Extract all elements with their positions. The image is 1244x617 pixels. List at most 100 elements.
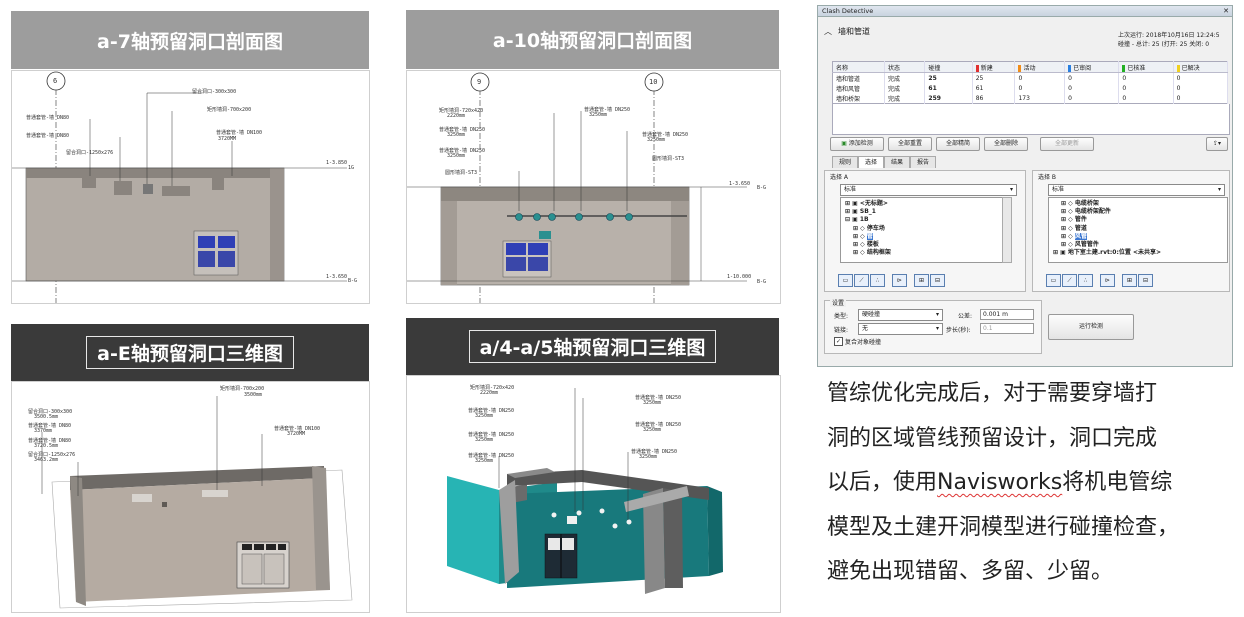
tree-item[interactable]: ⊞ ◇ 结构框架 [845, 249, 1005, 257]
selection-b-tree[interactable]: ⊞ ◇ 电缆桥架 ⊞ ◇ 电缆桥架配件 ⊞ ◇ 管件 ⊞ ◇ 管道 ⊞ ◇ 风管… [1048, 197, 1228, 263]
tab-rules[interactable]: 规则 [832, 156, 858, 168]
annotation: 矩形墙洞-700x200 [207, 107, 252, 113]
tree-item[interactable]: ⊞ ◇ 管件 [1053, 216, 1223, 224]
annotation: 3500mm [244, 392, 263, 398]
tree-item[interactable]: ⊞ ▣ 地下室土建.rvt:0:位置 <未共享> [1053, 249, 1223, 257]
select-in-scene-icon[interactable]: ⊟ [930, 274, 945, 287]
section-title: 墙和管道 [838, 27, 870, 36]
level-label: B-G [757, 185, 767, 191]
tab-report[interactable]: 报告 [910, 156, 936, 168]
tree-item[interactable]: ⊞ ◇ 风管管件 [1053, 241, 1223, 249]
column-header: 已审阅 [1073, 64, 1092, 72]
point-mode-icon[interactable]: ∴ [870, 274, 885, 287]
type-dropdown[interactable]: 硬碰撞 ▾ [858, 309, 943, 321]
level-label: B-G [757, 279, 767, 285]
tree-item-label: 电缆桥架 [1074, 200, 1099, 207]
collapse-icon[interactable]: ︿ [824, 26, 832, 37]
annotation: 3500.5mm [34, 414, 59, 420]
annotation: 2220mm [480, 390, 499, 396]
status-swatch-yellow [1176, 64, 1180, 72]
cell-clashes: 259 [924, 93, 973, 104]
select-in-scene-icon[interactable]: ⊟ [1138, 274, 1153, 287]
cell-name: 墙和风管 [832, 83, 885, 93]
table-row[interactable]: 墙和风管 完成 61 61 0 0 0 0 [832, 83, 1229, 93]
annotation: 3250mm [643, 400, 662, 406]
selection-a-dropdown[interactable]: 标准 ▾ [840, 184, 1017, 196]
tab-results[interactable]: 结果 [884, 156, 910, 168]
table-row[interactable]: 墙和管道 完成 25 25 0 0 0 0 [832, 72, 1229, 83]
description-line: 模型及土建开洞模型进行碰撞检查， [827, 514, 1180, 540]
reset-all-button[interactable]: 全部重置 [888, 137, 932, 151]
line-mode-icon[interactable]: ⟋ [1062, 274, 1077, 287]
cell-resolved: 0 [1173, 93, 1229, 104]
clash-summary: 碰撞 - 总计: 25 (打开: 25 关闭: 0 [1118, 41, 1210, 48]
panel-aE-header: a-E轴预留洞口三维图 [11, 324, 369, 381]
select-mode-icon[interactable]: ▭ [838, 274, 853, 287]
line-mode-icon[interactable]: ⟋ [854, 274, 869, 287]
status-swatch-red [975, 64, 979, 72]
annotation: 3250mm [475, 413, 494, 419]
selection-a-label: 选择 A [830, 174, 849, 181]
cell-active: 0 [1014, 83, 1066, 93]
chevron-down-icon: ▾ [1217, 186, 1221, 193]
delete-all-label: 全部删除 [993, 140, 1018, 147]
compact-all-button[interactable]: 全部精简 [936, 137, 980, 151]
cell-name: 墙和桥架 [832, 93, 885, 104]
cell-clashes: 25 [924, 72, 973, 83]
panel-a4a5-header: a/4-a/5轴预留洞口三维图 [406, 318, 779, 375]
cell-status: 完成 [884, 83, 926, 93]
annotation: 普通套管-墙 DN80 [26, 133, 70, 139]
annotation: 3250mm [589, 112, 608, 118]
table-row[interactable]: 墙和桥架 完成 259 86 173 0 0 0 [832, 93, 1229, 104]
annotation: 圆形墙洞-ST3 [652, 156, 685, 162]
tab-label: 结果 [890, 159, 903, 166]
composite-checkbox[interactable]: ✓ [834, 337, 843, 346]
cell-name: 墙和管道 [832, 72, 885, 83]
tolerance-label: 公差: [958, 313, 973, 320]
settings-label: 设置 [830, 298, 847, 307]
annotation: 3250mm [647, 137, 666, 143]
annotation: 3250mm [475, 458, 494, 464]
tree-item[interactable]: ⊞ ◇ 停车场 [845, 225, 1005, 233]
selection-b-dropdown[interactable]: 标准 ▾ [1048, 184, 1225, 196]
status-swatch-orange [1018, 64, 1022, 72]
selection-a-tree[interactable]: ⊞ ▣ <无标题> ⊞ ▣ SB_1 ⊟ ▣ 1B ⊞ ◇ 停车场 ⊞ ◇ 管 … [840, 197, 1010, 263]
tree-item[interactable]: ⊞ ▣ <无标题> [845, 200, 1005, 208]
panel-aE-title: a-E轴预留洞口三维图 [86, 336, 294, 369]
link-dropdown[interactable]: 无 ▾ [858, 323, 943, 335]
close-icon[interactable]: ✕ [1223, 6, 1229, 16]
tree-item-label: 管道 [1074, 224, 1087, 232]
delete-all-button[interactable]: 全部删除 [984, 137, 1028, 151]
tab-select[interactable]: 选择 [858, 156, 884, 168]
description-line: 以后，使用Navisworks将机电管综 [827, 461, 1232, 506]
step-input[interactable]: 0.1 [980, 323, 1034, 334]
grid-bubble-label: 10 [649, 78, 658, 86]
run-test-button[interactable]: 运行检测 [1048, 314, 1134, 340]
add-test-button[interactable]: ▣ 添加检测 [830, 137, 884, 151]
use-selection-icon[interactable]: ⊞ [1122, 274, 1137, 287]
type-label: 类型: [834, 313, 849, 320]
tree-item[interactable]: ⊞ ◇ 管道 [1053, 225, 1223, 233]
cell-clashes: 61 [924, 83, 973, 93]
annotation: 矩形墙洞-700x200 [220, 386, 265, 392]
description-line: 洞的区域管线预留设计，洞口完成 [827, 425, 1158, 451]
self-intersect-icon[interactable]: ⊳ [892, 274, 907, 287]
description-line: 管综优化完成后，对于需要穿墙打 [827, 381, 1158, 406]
tree-item[interactable]: ⊞ ◇ 风管 [1053, 232, 1223, 241]
tree-item[interactable]: ⊞ ▣ SB_1 [845, 208, 1005, 216]
tree-item[interactable]: ⊞ ◇ 楼板 [845, 241, 1005, 249]
status-swatch-green [1122, 64, 1126, 72]
scrollbar[interactable] [1002, 197, 1012, 263]
tree-item-label: 风管 [1074, 232, 1087, 240]
use-selection-icon[interactable]: ⊞ [914, 274, 929, 287]
update-all-button[interactable]: 全部更新 [1040, 137, 1094, 151]
column-header: 已解决 [1181, 64, 1200, 72]
tolerance-input[interactable]: 0.001 m [980, 309, 1034, 320]
tree-item[interactable]: ⊟ ▣ 1B [845, 216, 1005, 224]
select-mode-icon[interactable]: ▭ [1046, 274, 1061, 287]
point-mode-icon[interactable]: ∴ [1078, 274, 1093, 287]
tree-item[interactable]: ⊞ ◇ 管 [845, 232, 1005, 241]
self-intersect-icon[interactable]: ⊳ [1100, 274, 1115, 287]
tree-item[interactable]: ⊞ ◇ 电缆桥架 [1053, 200, 1223, 208]
export-icon[interactable]: ⇪▾ [1206, 137, 1228, 151]
